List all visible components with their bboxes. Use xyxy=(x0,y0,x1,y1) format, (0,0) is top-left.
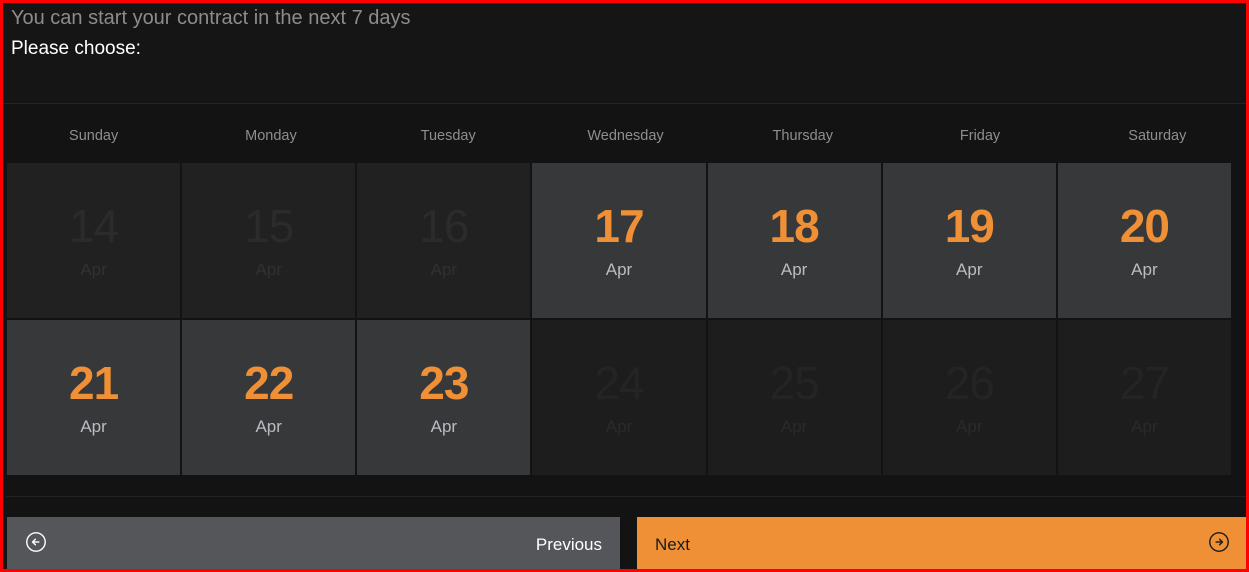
day-cell: 26 Apr xyxy=(882,320,1056,475)
weekday-label-sunday: Sunday xyxy=(69,127,119,144)
day-number: 14 xyxy=(68,199,119,252)
day-month: Apr xyxy=(430,259,458,279)
availability-message: You can start your contract in the next … xyxy=(11,7,411,29)
previous-button[interactable]: Previous xyxy=(7,517,620,569)
day-number: 22 xyxy=(244,356,294,409)
day-cell: 15 Apr xyxy=(182,163,356,318)
day-cell[interactable]: 20 Apr xyxy=(1057,163,1231,318)
footer-divider xyxy=(6,496,1246,497)
day-cell: 14 Apr xyxy=(7,163,181,318)
day-number: 17 xyxy=(594,199,644,252)
instruction-header: You can start your contract in the next … xyxy=(3,3,1246,104)
next-button-label: Next xyxy=(655,534,690,554)
weekday-label-friday: Friday xyxy=(959,127,1001,144)
day-month: Apr xyxy=(430,416,458,436)
calendar-week-row: 21 Apr 22 Apr 23 Apr 24 Apr 25 Apr 26 Ap… xyxy=(7,320,1231,475)
day-number: 25 xyxy=(769,356,820,409)
day-number: 24 xyxy=(594,356,644,409)
day-cell[interactable]: 17 Apr xyxy=(532,163,706,318)
calendar-week-row: 14 Apr 15 Apr 16 Apr 17 Apr 18 Apr 19 Ap… xyxy=(7,163,1231,318)
weekday-label-thursday: Thursday xyxy=(772,127,833,144)
day-cell: 24 Apr xyxy=(532,320,706,475)
day-number: 20 xyxy=(1119,199,1170,252)
day-number: 27 xyxy=(1119,356,1170,409)
weekday-label-saturday: Saturday xyxy=(1128,127,1187,144)
navigation-footer: Previous Next xyxy=(7,517,1246,569)
calendar-grid: 14 Apr 15 Apr 16 Apr 17 Apr 18 Apr 19 Ap… xyxy=(7,163,1231,475)
day-number: 26 xyxy=(944,356,995,409)
day-month: Apr xyxy=(80,259,107,279)
weekday-header-row: Sunday Monday Tuesday Wednesday Thursday… xyxy=(5,108,1246,163)
day-cell[interactable]: 21 Apr xyxy=(7,320,181,475)
day-number: 18 xyxy=(769,199,820,252)
day-cell: 16 Apr xyxy=(357,163,531,318)
calendar-date-picker-screen: You can start your contract in the next … xyxy=(0,0,1249,572)
day-month: Apr xyxy=(780,416,808,436)
day-month: Apr xyxy=(80,416,107,436)
weekday-label-wednesday: Wednesday xyxy=(587,127,664,144)
day-number: 15 xyxy=(244,199,294,252)
day-month: Apr xyxy=(255,416,282,436)
day-cell: 25 Apr xyxy=(707,320,881,475)
choose-prompt: Please choose: xyxy=(11,38,141,59)
arrow-left-circle-icon xyxy=(25,531,47,558)
day-month: Apr xyxy=(605,416,633,436)
day-number: 16 xyxy=(419,199,469,252)
day-month: Apr xyxy=(605,259,633,279)
day-month: Apr xyxy=(1131,416,1158,436)
next-button[interactable]: Next xyxy=(637,517,1246,569)
day-number: 21 xyxy=(68,356,119,409)
weekday-label-tuesday: Tuesday xyxy=(420,127,476,144)
day-cell[interactable]: 18 Apr xyxy=(707,163,881,318)
day-cell[interactable]: 22 Apr xyxy=(182,320,356,475)
day-cell[interactable]: 23 Apr xyxy=(357,320,531,475)
day-month: Apr xyxy=(956,416,983,436)
day-month: Apr xyxy=(255,259,282,279)
day-cell: 27 Apr xyxy=(1057,320,1231,475)
weekday-label-monday: Monday xyxy=(245,127,297,144)
day-month: Apr xyxy=(780,259,808,279)
day-number: 19 xyxy=(944,199,995,252)
day-number: 23 xyxy=(419,356,469,409)
previous-button-label: Previous xyxy=(535,534,602,554)
day-month: Apr xyxy=(956,259,983,279)
arrow-right-circle-icon xyxy=(1208,531,1230,558)
day-month: Apr xyxy=(1131,259,1158,279)
day-cell[interactable]: 19 Apr xyxy=(882,163,1056,318)
